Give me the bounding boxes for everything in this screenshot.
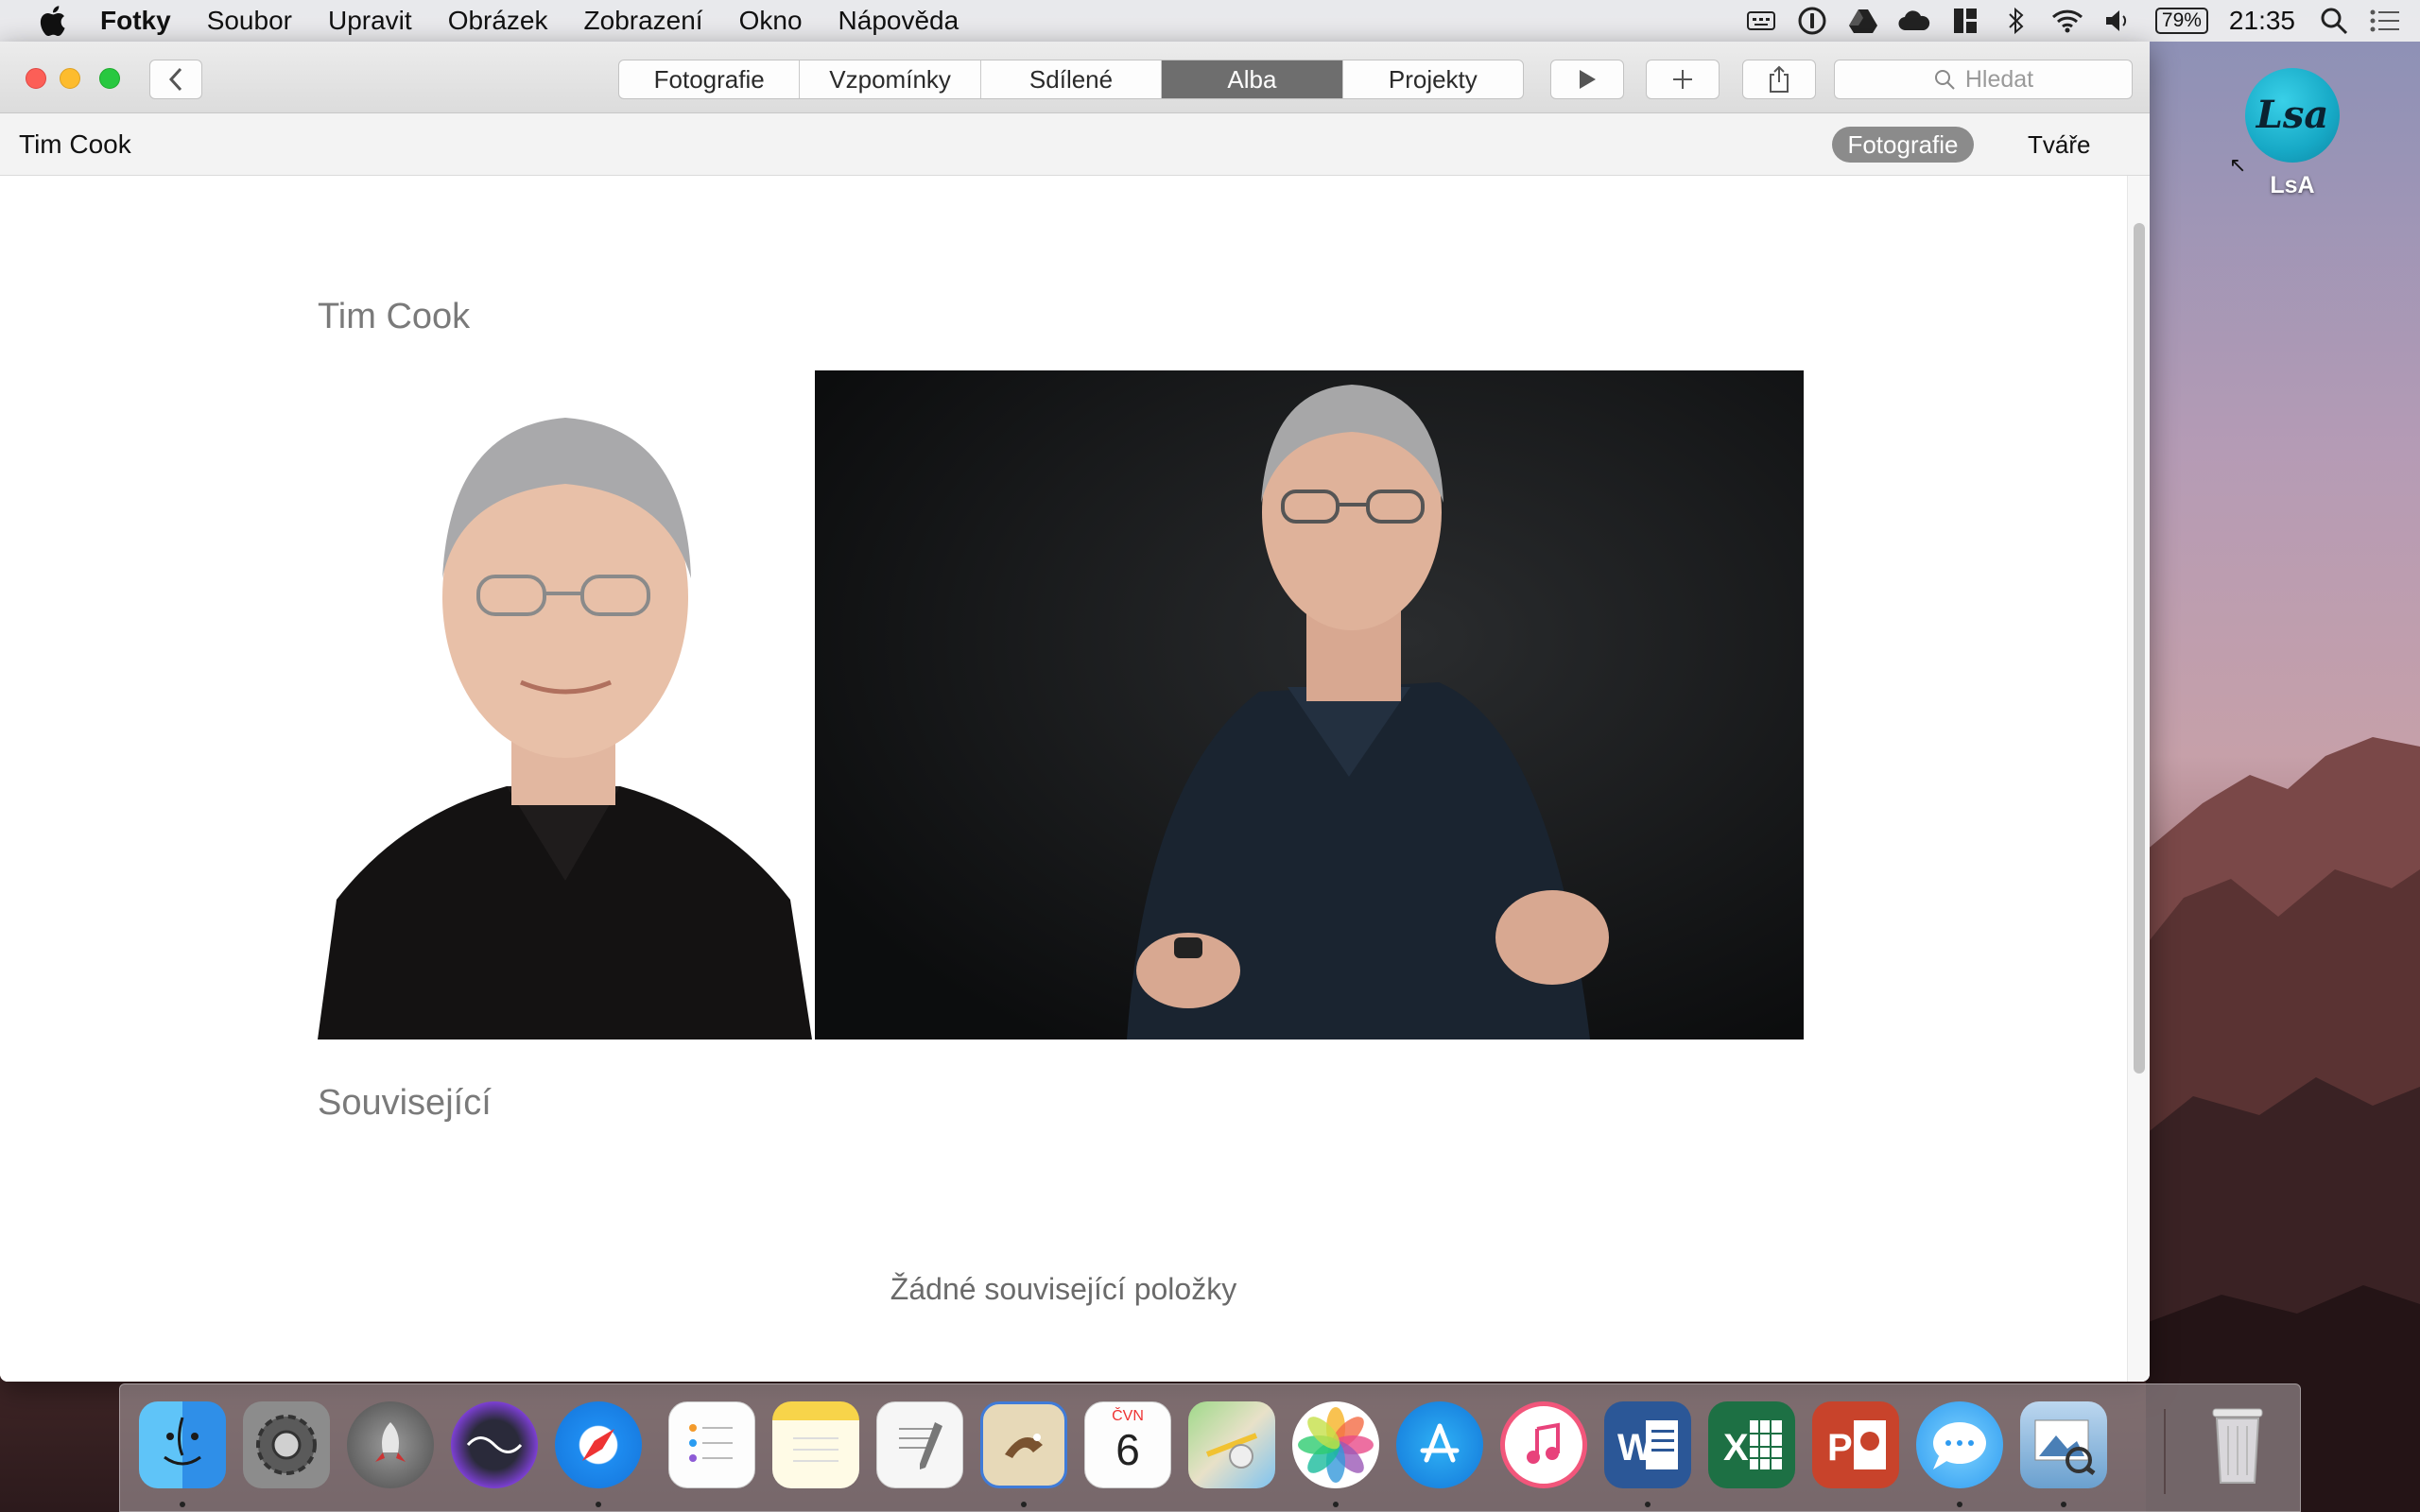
- related-section-title: Související: [318, 1083, 492, 1123]
- menu-okno[interactable]: Okno: [739, 6, 803, 36]
- svg-text:X: X: [1723, 1427, 1749, 1469]
- menu-zobrazeni[interactable]: Zobrazení: [584, 6, 703, 36]
- onedrive-cloud-icon[interactable]: [1898, 7, 1930, 35]
- presentation-photo-image: [815, 370, 1804, 1040]
- running-indicator: [2061, 1502, 2066, 1507]
- tiling-layout-icon[interactable]: [1949, 7, 1981, 35]
- menu-obrazek[interactable]: Obrázek: [448, 6, 548, 36]
- search-input[interactable]: Hledat: [1834, 60, 2133, 99]
- keyboard-monitor-icon[interactable]: [1745, 7, 1777, 35]
- menu-bar: Fotky Soubor Upravit Obrázek Zobrazení O…: [0, 0, 2420, 42]
- calendar-day: 6: [1115, 1425, 1140, 1474]
- safari-icon[interactable]: [555, 1401, 642, 1488]
- running-indicator: [1021, 1502, 1027, 1507]
- dock: ČVN 6 W X P: [119, 1383, 2301, 1512]
- close-window-button[interactable]: [26, 68, 46, 89]
- running-indicator: [1957, 1502, 1962, 1507]
- slideshow-button[interactable]: [1550, 60, 1624, 99]
- tab-projekty[interactable]: Projekty: [1343, 60, 1523, 98]
- launchpad-icon[interactable]: [347, 1401, 434, 1488]
- running-indicator: [596, 1502, 601, 1507]
- running-indicator: [1645, 1502, 1651, 1507]
- maps-icon[interactable]: [1188, 1401, 1275, 1488]
- back-button[interactable]: [149, 60, 202, 99]
- view-photos-toggle[interactable]: Fotografie: [1832, 127, 1974, 163]
- preview-icon[interactable]: [2020, 1401, 2107, 1488]
- share-button[interactable]: [1742, 60, 1816, 99]
- itunes-icon[interactable]: [1500, 1401, 1587, 1488]
- desktop-icon-label: LsA: [2270, 172, 2315, 198]
- siri-icon[interactable]: [451, 1401, 538, 1488]
- calendar-month: ČVN: [1112, 1408, 1144, 1424]
- textedit-icon[interactable]: [876, 1401, 963, 1488]
- search-placeholder: Hledat: [1964, 65, 2034, 93]
- album-name-label: Tim Cook: [19, 129, 131, 159]
- calendar-icon[interactable]: ČVN 6: [1084, 1401, 1171, 1488]
- scrollbar-thumb[interactable]: [2134, 223, 2145, 1074]
- window-toolbar: Fotografie Vzpomínky Sdílené Alba Projek…: [0, 42, 2150, 113]
- menubar-clock[interactable]: 21:35: [2229, 6, 2295, 36]
- tab-sdilene[interactable]: Sdílené: [981, 60, 1163, 98]
- menu-app-name[interactable]: Fotky: [100, 6, 171, 36]
- album-title: Tim Cook: [318, 297, 471, 336]
- tab-fotografie[interactable]: Fotografie: [619, 60, 801, 98]
- album-header-bar: Tim Cook Fotografie Tváře: [0, 113, 2150, 176]
- menu-napoveda[interactable]: Nápověda: [838, 6, 959, 36]
- bluetooth-icon[interactable]: [2000, 7, 2032, 35]
- notification-center-icon[interactable]: [2369, 7, 2401, 35]
- google-drive-icon[interactable]: [1847, 7, 1879, 35]
- finder-icon[interactable]: [139, 1401, 226, 1488]
- mail-icon[interactable]: [980, 1401, 1067, 1488]
- album-content: Tim Cook Související Žádné související p…: [0, 176, 2127, 1382]
- menu-soubor[interactable]: Soubor: [207, 6, 292, 36]
- chevron-left-icon: [168, 67, 182, 92]
- messages-icon[interactable]: [1916, 1401, 2003, 1488]
- plus-icon: [1673, 70, 1692, 89]
- photo-thumbnail[interactable]: [815, 370, 1804, 1040]
- running-indicator: [1333, 1502, 1339, 1507]
- running-indicator: [180, 1502, 185, 1507]
- volume-icon[interactable]: [2102, 7, 2135, 35]
- alias-arrow-icon: ↖: [2229, 153, 2247, 177]
- photos-window: Fotografie Vzpomínky Sdílené Alba Projek…: [0, 42, 2150, 1382]
- notes-icon[interactable]: [772, 1401, 859, 1488]
- tab-alba[interactable]: Alba: [1162, 60, 1343, 98]
- lsa-logo-icon: Lsa: [2245, 68, 2340, 163]
- microsoft-powerpoint-icon[interactable]: P: [1812, 1401, 1899, 1488]
- menu-upravit[interactable]: Upravit: [328, 6, 412, 36]
- dock-divider: [2164, 1409, 2166, 1494]
- trash-icon[interactable]: [2194, 1401, 2281, 1488]
- share-icon: [1770, 65, 1789, 93]
- view-faces-toggle[interactable]: Tváře: [2028, 127, 2090, 163]
- tab-vzpominky[interactable]: Vzpomínky: [800, 60, 981, 98]
- portrait-photo-image: [318, 370, 812, 1040]
- minimize-window-button[interactable]: [60, 68, 80, 89]
- view-tabs: Fotografie Vzpomínky Sdílené Alba Projek…: [618, 60, 1524, 99]
- microsoft-word-icon[interactable]: W: [1604, 1401, 1691, 1488]
- no-related-items-label: Žádné související položky: [890, 1272, 1237, 1306]
- battery-indicator[interactable]: 79%: [2154, 8, 2208, 34]
- app-store-icon[interactable]: [1396, 1401, 1483, 1488]
- wifi-icon[interactable]: [2051, 7, 2083, 35]
- onepassword-icon[interactable]: [1796, 7, 1828, 35]
- apple-logo-icon[interactable]: [38, 5, 66, 37]
- desktop-alias-lsa[interactable]: Lsa LsA: [2240, 68, 2344, 199]
- svg-text:P: P: [1827, 1427, 1853, 1469]
- search-icon: [1934, 70, 1955, 90]
- photo-thumbnail[interactable]: [318, 370, 812, 1040]
- add-button[interactable]: [1646, 60, 1720, 99]
- fullscreen-window-button[interactable]: [99, 68, 120, 89]
- photos-app-icon[interactable]: [1292, 1401, 1379, 1488]
- vertical-scrollbar[interactable]: [2127, 176, 2150, 1382]
- play-icon: [1580, 70, 1596, 89]
- svg-text:W: W: [1617, 1427, 1653, 1469]
- reminders-icon[interactable]: [668, 1401, 755, 1488]
- system-preferences-icon[interactable]: [243, 1401, 330, 1488]
- microsoft-excel-icon[interactable]: X: [1708, 1401, 1795, 1488]
- spotlight-search-icon[interactable]: [2318, 7, 2350, 35]
